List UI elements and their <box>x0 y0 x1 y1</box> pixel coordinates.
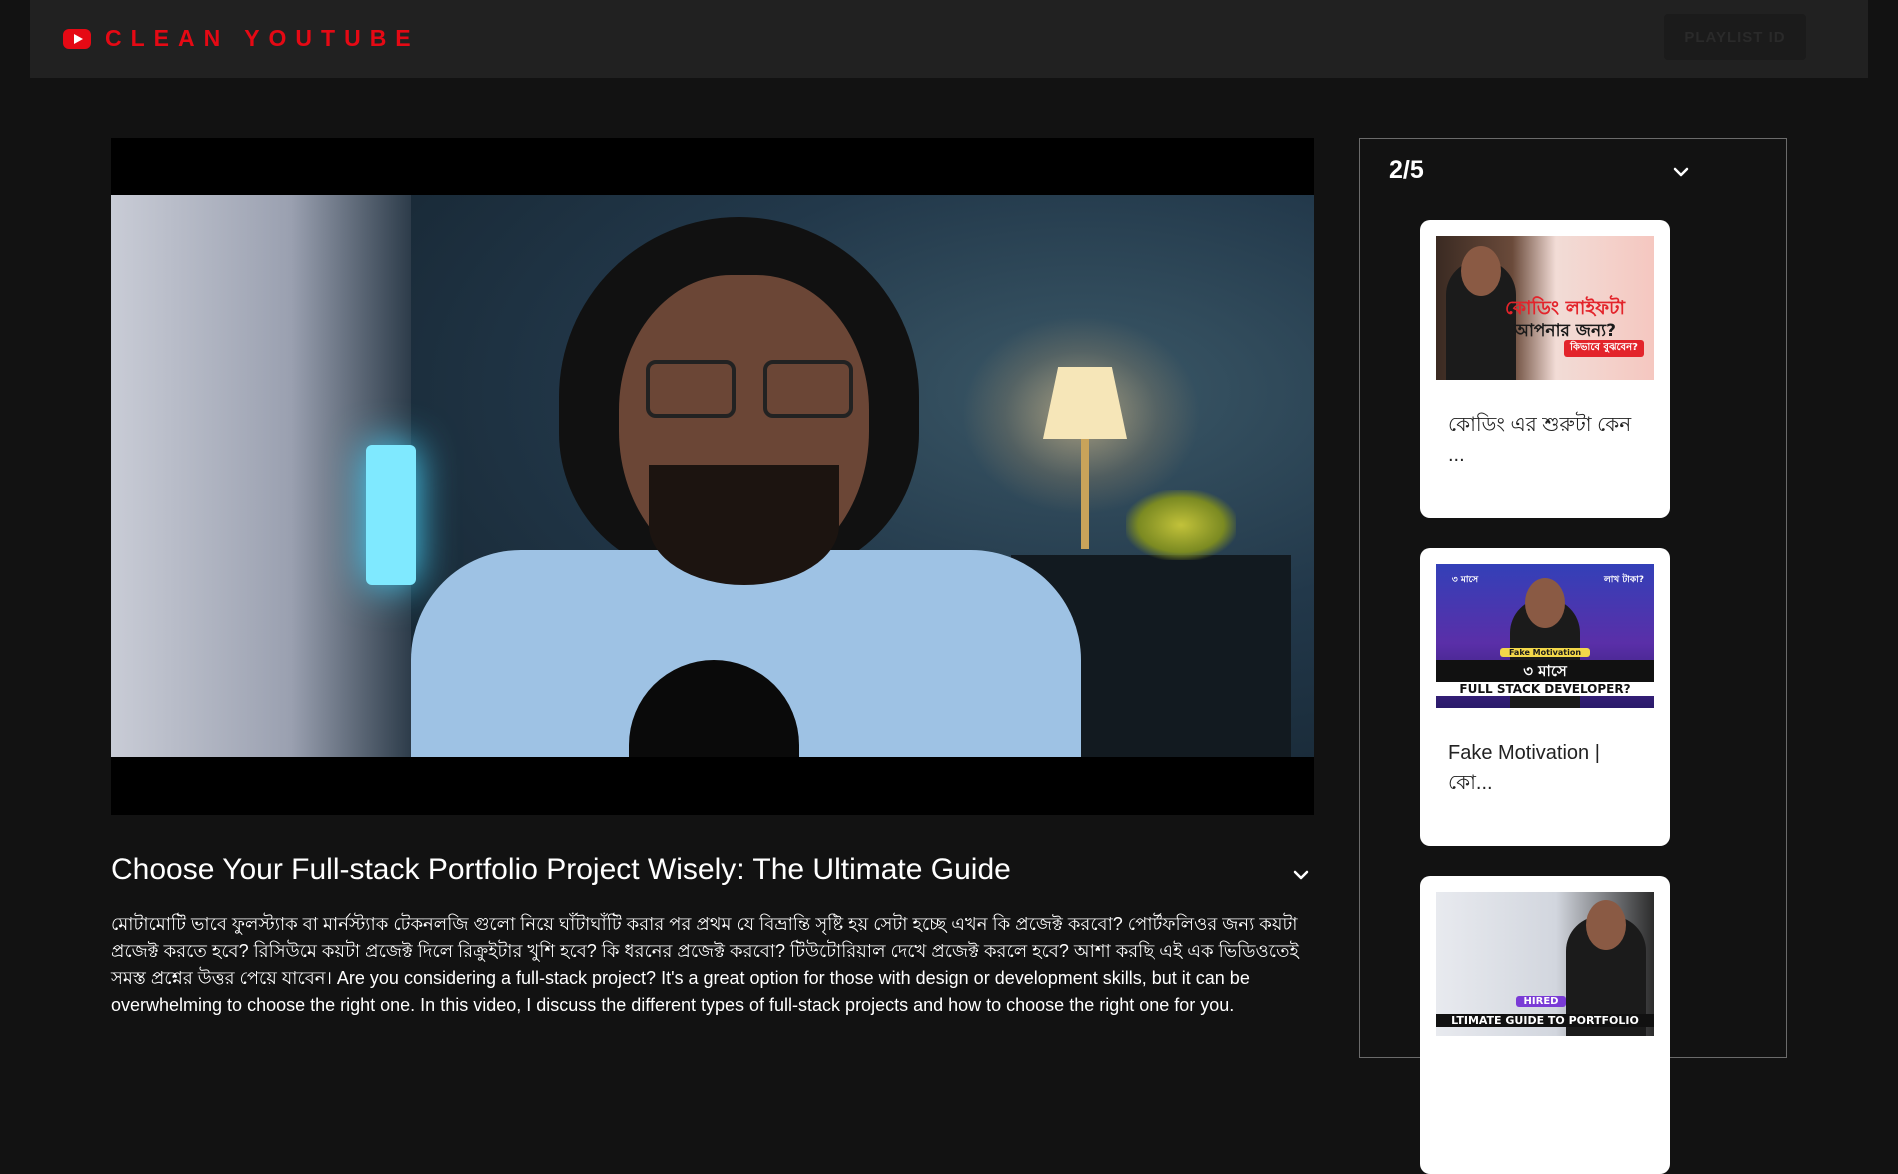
glasses-left <box>646 360 736 418</box>
chevron-down-icon[interactable] <box>1670 161 1692 183</box>
playlist-item-title: Fake Motivation | কো... <box>1448 742 1600 794</box>
video-thumbnail: ৩ মাসে লাখ টাকা? Fake Motivation ৩ মাসে … <box>1436 564 1654 708</box>
playlist-item[interactable]: HIRED LTIMATE GUIDE TO PORTFOLIO <box>1420 876 1670 1174</box>
youtube-logo-icon <box>63 28 91 49</box>
video-player[interactable] <box>111 138 1314 815</box>
lamp-stem <box>1081 439 1089 549</box>
thumbnail-badge: কিভাবে বুঝবেন? <box>1564 340 1644 357</box>
thumbnail-face <box>1586 900 1626 950</box>
video-title: Choose Your Full-stack Portfolio Project… <box>111 853 1011 886</box>
playlist-counter: 2/5 <box>1389 156 1424 184</box>
thumbnail-face <box>1461 246 1501 296</box>
playlist-item-title: কোডিং এর শুরুটা কেন ... <box>1448 414 1632 466</box>
top-navbar: CLEAN YOUTUBE PLAYLIST ID <box>30 0 1868 78</box>
playlist-item[interactable]: ৩ মাসে লাখ টাকা? Fake Motivation ৩ মাসে … <box>1420 548 1670 846</box>
thumbnail-badge: Fake Motivation <box>1500 648 1590 657</box>
plant <box>1126 490 1236 560</box>
thumbnail-badge: HIRED <box>1516 996 1566 1007</box>
video-frame[interactable] <box>111 195 1314 757</box>
video-description: মোটামোটি ভাবে ফুলস্ট্যাক বা মার্নস্ট্যাক… <box>111 914 1299 1015</box>
video-thumbnail: কোডিং লাইফটা আপনার জন্য? কিভাবে বুঝবেন? <box>1436 236 1654 380</box>
presenter-beard <box>649 465 839 585</box>
playlist-id-button[interactable]: PLAYLIST ID <box>1664 14 1806 60</box>
thumbnail-text: লাখ টাকা? <box>1603 575 1644 585</box>
thumbnail-text: ৩ মাসে <box>1451 575 1479 585</box>
brand[interactable]: CLEAN YOUTUBE <box>63 25 420 52</box>
playlist-item[interactable]: কোডিং লাইফটা আপনার জন্য? কিভাবে বুঝবেন? … <box>1420 220 1670 518</box>
thumbnail-text: LTIMATE GUIDE TO PORTFOLIO <box>1436 1014 1654 1027</box>
glasses-right <box>763 360 853 418</box>
brand-name: CLEAN YOUTUBE <box>105 25 420 51</box>
thumbnail-text: FULL STACK DEVELOPER? <box>1436 682 1654 696</box>
neon-light <box>366 445 416 585</box>
playlist-sidebar: 2/5 কোডিং লাইফটা আপনার জন্য? কিভাবে বুঝব… <box>1359 138 1787 1174</box>
thumbnail-face <box>1525 578 1565 628</box>
chevron-down-icon[interactable] <box>1290 864 1312 886</box>
video-thumbnail: HIRED LTIMATE GUIDE TO PORTFOLIO <box>1436 892 1654 1036</box>
